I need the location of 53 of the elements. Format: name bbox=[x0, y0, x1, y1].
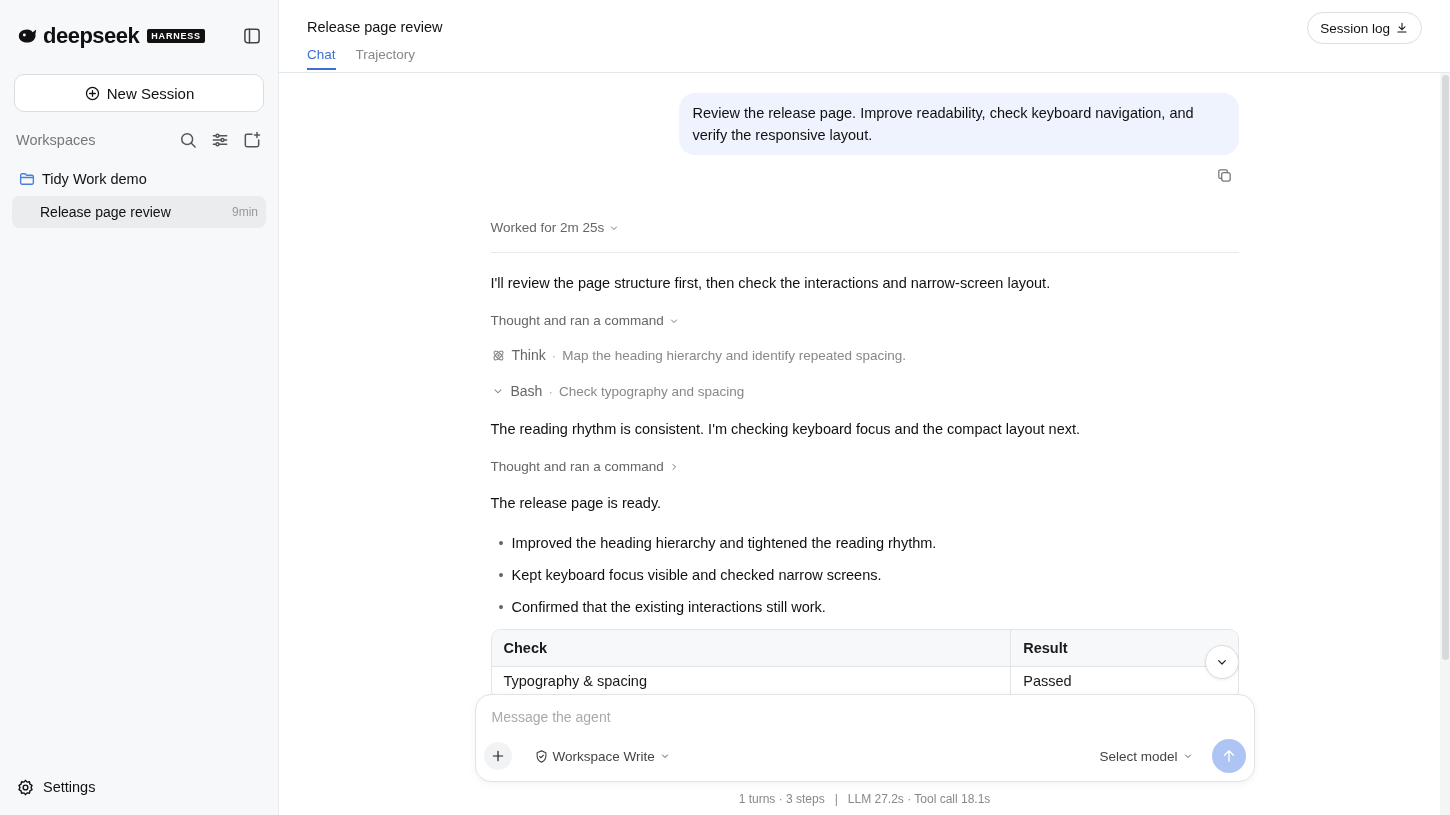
workspace-item[interactable]: Tidy Work demo bbox=[12, 162, 266, 196]
list-item: Confirmed that the existing interactions still work. bbox=[511, 598, 826, 617]
scrollbar[interactable] bbox=[1440, 73, 1450, 815]
step-detail: Map the heading hierarchy and identify repeated spacing. bbox=[562, 347, 906, 363]
bullet: • bbox=[498, 566, 504, 585]
session-log-button[interactable]: Session log bbox=[1307, 12, 1422, 44]
search-icon[interactable] bbox=[178, 130, 198, 150]
section-label: Workspaces bbox=[16, 132, 97, 148]
add-button[interactable] bbox=[483, 742, 512, 770]
list-item: Kept keyboard focus visible and checked narrow screens. bbox=[511, 566, 882, 585]
plus-circle-icon bbox=[83, 84, 101, 102]
folder-icon bbox=[18, 170, 36, 188]
session-title: Release page review bbox=[40, 204, 172, 220]
message-text: The release page is ready. bbox=[490, 494, 663, 513]
bullet: • bbox=[498, 598, 504, 617]
column-header: Check bbox=[491, 630, 1011, 667]
worked-for-toggle[interactable]: Worked for 2m 25s bbox=[490, 220, 621, 235]
bullet: • bbox=[498, 534, 504, 553]
separator: · bbox=[551, 347, 557, 363]
model-dropdown[interactable]: Select model bbox=[1093, 744, 1200, 768]
table-cell-text: Typography & spacing bbox=[502, 672, 648, 691]
message-text: I'll review the page structure first, then check the interactions and narrow-screen layout. bbox=[490, 274, 1052, 293]
sidebar-toggle-icon[interactable] bbox=[242, 26, 262, 46]
user-message: Review the release page. Improve readability, check keyboard navigation, and verify the responsive layout. bbox=[678, 93, 1239, 155]
session-item[interactable]: Release page review 9min bbox=[12, 196, 266, 228]
brand-name: deepseek bbox=[43, 23, 140, 49]
message-text: The reading rhythm is consistent. I'm checking keyboard focus and the compact layout next. bbox=[490, 420, 1081, 439]
session-time: 9min bbox=[232, 205, 258, 219]
steps-toggle[interactable]: Thought and ran a command bbox=[490, 459, 680, 474]
separator: · bbox=[548, 383, 553, 399]
column-header: Result bbox=[1010, 630, 1238, 667]
brand-badge: HARNESS bbox=[147, 29, 205, 43]
message-field[interactable]: Message the agent Workspace Write Select model bbox=[474, 694, 1255, 782]
stats-text: LLM 27.2s · Tool call 18.1s bbox=[847, 791, 991, 806]
permission-dropdown[interactable]: Workspace Write bbox=[527, 744, 677, 768]
atom-icon bbox=[490, 347, 506, 363]
settings-link[interactable]: Settings bbox=[12, 759, 266, 815]
separator: | bbox=[834, 791, 838, 806]
list-item: Improved the heading hierarchy and tightened the reading rhythm. bbox=[511, 534, 937, 553]
step-name: Think bbox=[511, 347, 546, 363]
download-icon bbox=[1395, 21, 1409, 35]
new-folder-icon[interactable] bbox=[242, 130, 262, 150]
shield-icon bbox=[533, 748, 549, 764]
page-title: Release page review bbox=[307, 19, 444, 35]
copy-icon[interactable] bbox=[1215, 167, 1233, 184]
stats-text: 1 turns · 3 steps bbox=[738, 791, 825, 806]
steps-toggle[interactable]: Thought and ran a command bbox=[490, 313, 680, 328]
settings-icon bbox=[16, 777, 35, 797]
step-name: Bash bbox=[510, 383, 543, 399]
tab[interactable]: Chat bbox=[307, 43, 336, 70]
step-detail: Check typography and spacing bbox=[558, 383, 745, 399]
new-session-button[interactable]: New Session bbox=[14, 74, 264, 112]
tab[interactable]: Trajectory bbox=[355, 43, 416, 70]
